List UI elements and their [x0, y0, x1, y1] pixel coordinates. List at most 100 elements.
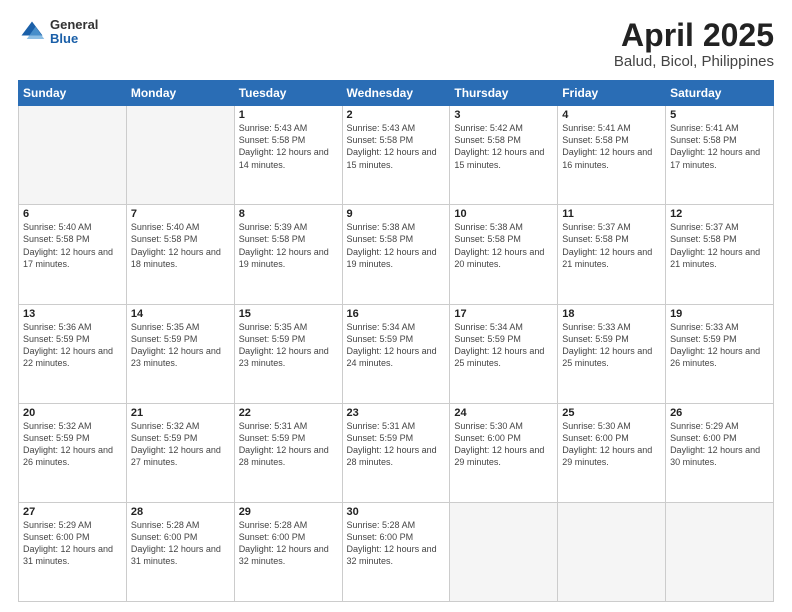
day-info: Sunrise: 5:34 AM Sunset: 5:59 PM Dayligh…	[454, 321, 553, 370]
calendar-cell: 19Sunrise: 5:33 AM Sunset: 5:59 PM Dayli…	[666, 304, 774, 403]
day-number: 11	[562, 208, 661, 220]
day-info: Sunrise: 5:30 AM Sunset: 6:00 PM Dayligh…	[454, 420, 553, 469]
calendar-cell: 21Sunrise: 5:32 AM Sunset: 5:59 PM Dayli…	[126, 403, 234, 502]
day-info: Sunrise: 5:28 AM Sunset: 6:00 PM Dayligh…	[347, 519, 446, 568]
calendar-cell: 30Sunrise: 5:28 AM Sunset: 6:00 PM Dayli…	[342, 502, 450, 601]
calendar-cell: 6Sunrise: 5:40 AM Sunset: 5:58 PM Daylig…	[19, 205, 127, 304]
day-info: Sunrise: 5:37 AM Sunset: 5:58 PM Dayligh…	[562, 221, 661, 270]
logo: General Blue	[18, 18, 98, 47]
day-number: 8	[239, 208, 338, 220]
day-number: 22	[239, 407, 338, 419]
day-number: 4	[562, 109, 661, 121]
logo-blue: Blue	[50, 32, 98, 46]
day-info: Sunrise: 5:43 AM Sunset: 5:58 PM Dayligh…	[347, 122, 446, 171]
day-info: Sunrise: 5:32 AM Sunset: 5:59 PM Dayligh…	[131, 420, 230, 469]
calendar-cell	[666, 502, 774, 601]
day-info: Sunrise: 5:41 AM Sunset: 5:58 PM Dayligh…	[670, 122, 769, 171]
logo-icon	[18, 18, 46, 46]
day-info: Sunrise: 5:29 AM Sunset: 6:00 PM Dayligh…	[670, 420, 769, 469]
day-number: 23	[347, 407, 446, 419]
page-title: April 2025	[614, 18, 774, 53]
day-info: Sunrise: 5:43 AM Sunset: 5:58 PM Dayligh…	[239, 122, 338, 171]
day-info: Sunrise: 5:38 AM Sunset: 5:58 PM Dayligh…	[454, 221, 553, 270]
day-number: 29	[239, 506, 338, 518]
calendar-week-3: 13Sunrise: 5:36 AM Sunset: 5:59 PM Dayli…	[19, 304, 774, 403]
day-number: 5	[670, 109, 769, 121]
day-number: 18	[562, 308, 661, 320]
day-info: Sunrise: 5:34 AM Sunset: 5:59 PM Dayligh…	[347, 321, 446, 370]
calendar-cell: 16Sunrise: 5:34 AM Sunset: 5:59 PM Dayli…	[342, 304, 450, 403]
day-info: Sunrise: 5:39 AM Sunset: 5:58 PM Dayligh…	[239, 221, 338, 270]
day-info: Sunrise: 5:30 AM Sunset: 6:00 PM Dayligh…	[562, 420, 661, 469]
day-number: 3	[454, 109, 553, 121]
day-number: 25	[562, 407, 661, 419]
day-number: 6	[23, 208, 122, 220]
day-number: 15	[239, 308, 338, 320]
calendar-cell: 27Sunrise: 5:29 AM Sunset: 6:00 PM Dayli…	[19, 502, 127, 601]
calendar-week-4: 20Sunrise: 5:32 AM Sunset: 5:59 PM Dayli…	[19, 403, 774, 502]
day-number: 24	[454, 407, 553, 419]
logo-general: General	[50, 18, 98, 32]
day-info: Sunrise: 5:38 AM Sunset: 5:58 PM Dayligh…	[347, 221, 446, 270]
weekday-header-tuesday: Tuesday	[234, 81, 342, 106]
day-info: Sunrise: 5:31 AM Sunset: 5:59 PM Dayligh…	[239, 420, 338, 469]
day-info: Sunrise: 5:33 AM Sunset: 5:59 PM Dayligh…	[562, 321, 661, 370]
day-number: 20	[23, 407, 122, 419]
day-info: Sunrise: 5:42 AM Sunset: 5:58 PM Dayligh…	[454, 122, 553, 171]
day-number: 21	[131, 407, 230, 419]
day-number: 14	[131, 308, 230, 320]
day-number: 2	[347, 109, 446, 121]
day-info: Sunrise: 5:32 AM Sunset: 5:59 PM Dayligh…	[23, 420, 122, 469]
day-number: 30	[347, 506, 446, 518]
day-info: Sunrise: 5:37 AM Sunset: 5:58 PM Dayligh…	[670, 221, 769, 270]
day-number: 26	[670, 407, 769, 419]
calendar-cell: 29Sunrise: 5:28 AM Sunset: 6:00 PM Dayli…	[234, 502, 342, 601]
calendar-cell: 17Sunrise: 5:34 AM Sunset: 5:59 PM Dayli…	[450, 304, 558, 403]
calendar-cell: 15Sunrise: 5:35 AM Sunset: 5:59 PM Dayli…	[234, 304, 342, 403]
calendar-cell: 12Sunrise: 5:37 AM Sunset: 5:58 PM Dayli…	[666, 205, 774, 304]
calendar-cell: 9Sunrise: 5:38 AM Sunset: 5:58 PM Daylig…	[342, 205, 450, 304]
page-subtitle: Balud, Bicol, Philippines	[614, 53, 774, 70]
calendar-cell: 25Sunrise: 5:30 AM Sunset: 6:00 PM Dayli…	[558, 403, 666, 502]
calendar-cell: 7Sunrise: 5:40 AM Sunset: 5:58 PM Daylig…	[126, 205, 234, 304]
calendar-cell: 20Sunrise: 5:32 AM Sunset: 5:59 PM Dayli…	[19, 403, 127, 502]
calendar-cell: 23Sunrise: 5:31 AM Sunset: 5:59 PM Dayli…	[342, 403, 450, 502]
calendar-cell	[558, 502, 666, 601]
day-info: Sunrise: 5:28 AM Sunset: 6:00 PM Dayligh…	[131, 519, 230, 568]
weekday-header-sunday: Sunday	[19, 81, 127, 106]
calendar-week-5: 27Sunrise: 5:29 AM Sunset: 6:00 PM Dayli…	[19, 502, 774, 601]
calendar-cell: 2Sunrise: 5:43 AM Sunset: 5:58 PM Daylig…	[342, 106, 450, 205]
calendar-cell: 26Sunrise: 5:29 AM Sunset: 6:00 PM Dayli…	[666, 403, 774, 502]
day-number: 10	[454, 208, 553, 220]
day-info: Sunrise: 5:35 AM Sunset: 5:59 PM Dayligh…	[131, 321, 230, 370]
logo-text: General Blue	[50, 18, 98, 47]
weekday-header-row: SundayMondayTuesdayWednesdayThursdayFrid…	[19, 81, 774, 106]
calendar-cell	[126, 106, 234, 205]
calendar-cell: 24Sunrise: 5:30 AM Sunset: 6:00 PM Dayli…	[450, 403, 558, 502]
calendar-cell: 11Sunrise: 5:37 AM Sunset: 5:58 PM Dayli…	[558, 205, 666, 304]
calendar-cell: 5Sunrise: 5:41 AM Sunset: 5:58 PM Daylig…	[666, 106, 774, 205]
day-number: 7	[131, 208, 230, 220]
day-number: 13	[23, 308, 122, 320]
day-info: Sunrise: 5:33 AM Sunset: 5:59 PM Dayligh…	[670, 321, 769, 370]
day-info: Sunrise: 5:36 AM Sunset: 5:59 PM Dayligh…	[23, 321, 122, 370]
day-info: Sunrise: 5:40 AM Sunset: 5:58 PM Dayligh…	[131, 221, 230, 270]
day-info: Sunrise: 5:40 AM Sunset: 5:58 PM Dayligh…	[23, 221, 122, 270]
calendar-cell: 28Sunrise: 5:28 AM Sunset: 6:00 PM Dayli…	[126, 502, 234, 601]
day-info: Sunrise: 5:31 AM Sunset: 5:59 PM Dayligh…	[347, 420, 446, 469]
day-info: Sunrise: 5:28 AM Sunset: 6:00 PM Dayligh…	[239, 519, 338, 568]
day-info: Sunrise: 5:35 AM Sunset: 5:59 PM Dayligh…	[239, 321, 338, 370]
header: General Blue April 2025 Balud, Bicol, Ph…	[18, 18, 774, 70]
calendar-cell: 13Sunrise: 5:36 AM Sunset: 5:59 PM Dayli…	[19, 304, 127, 403]
weekday-header-friday: Friday	[558, 81, 666, 106]
day-number: 28	[131, 506, 230, 518]
day-info: Sunrise: 5:41 AM Sunset: 5:58 PM Dayligh…	[562, 122, 661, 171]
page: General Blue April 2025 Balud, Bicol, Ph…	[0, 0, 792, 612]
calendar-cell	[19, 106, 127, 205]
calendar-cell: 4Sunrise: 5:41 AM Sunset: 5:58 PM Daylig…	[558, 106, 666, 205]
day-number: 19	[670, 308, 769, 320]
day-number: 16	[347, 308, 446, 320]
day-info: Sunrise: 5:29 AM Sunset: 6:00 PM Dayligh…	[23, 519, 122, 568]
calendar-cell: 10Sunrise: 5:38 AM Sunset: 5:58 PM Dayli…	[450, 205, 558, 304]
calendar-cell: 22Sunrise: 5:31 AM Sunset: 5:59 PM Dayli…	[234, 403, 342, 502]
